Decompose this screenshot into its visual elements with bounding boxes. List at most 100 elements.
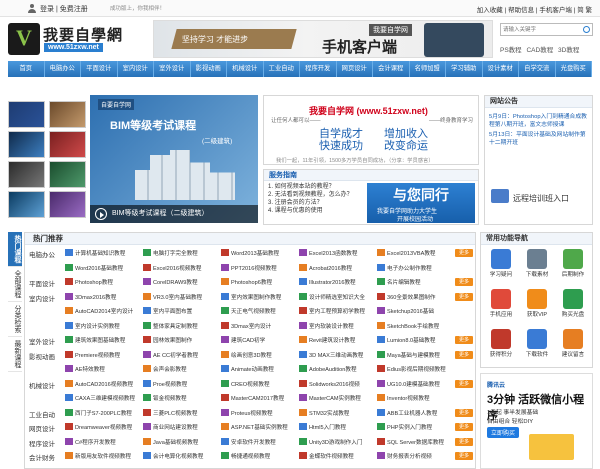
- course-link[interactable]: 绘画创意3D教程: [221, 350, 272, 359]
- category-label[interactable]: 程序设计: [29, 438, 55, 448]
- course-link[interactable]: AE特效教程: [65, 365, 105, 373]
- search-tag[interactable]: CAD教程: [526, 47, 553, 54]
- course-link[interactable]: SketchBook手绘教程: [377, 321, 439, 330]
- nav-item[interactable]: 会计课程: [373, 61, 410, 77]
- hero-slide[interactable]: 自要自学网 BIM等级考试课程 (二级建筑) BIM等级考试课程（二级建筑）: [90, 95, 258, 223]
- course-link[interactable]: 整体家具定制教程: [143, 321, 198, 330]
- course-link[interactable]: Maya基础与建模教程: [377, 350, 440, 359]
- side-tab[interactable]: 最新课程: [8, 337, 22, 372]
- nav-item[interactable]: 学习辅助: [446, 61, 483, 77]
- course-link[interactable]: STM32实战教程: [299, 408, 349, 417]
- notice-item[interactable]: 5月13日：平面设计基础及网站制作第十二期开班: [489, 131, 588, 147]
- course-link[interactable]: Html5入门教程: [299, 423, 346, 431]
- course-link[interactable]: AdobeAudition教程: [299, 365, 357, 373]
- side-tab[interactable]: 分类检索: [8, 302, 22, 337]
- nav-item[interactable]: 网页设计: [337, 61, 373, 77]
- category-label[interactable]: 影视动画: [29, 351, 55, 361]
- course-link[interactable]: CorelDRAW9教程: [143, 278, 198, 286]
- course-link[interactable]: 商业网站建设教程: [143, 423, 198, 431]
- course-link[interactable]: Sketchup2016基础: [377, 307, 434, 315]
- thumbnail[interactable]: [49, 101, 86, 128]
- more-button[interactable]: 更多: [455, 350, 473, 359]
- site-logo[interactable]: 我要自學網 www.51zxw.net: [8, 21, 148, 57]
- course-link[interactable]: Photoshop6教程: [221, 278, 272, 286]
- course-link[interactable]: 室内设计实例教程: [65, 321, 120, 330]
- course-link[interactable]: Word2016基础教程: [65, 263, 123, 272]
- course-link[interactable]: 财务报表分析视频: [377, 452, 432, 460]
- course-link[interactable]: Excel2013VBA教程: [377, 249, 436, 257]
- simplified-link[interactable]: 简: [577, 7, 584, 14]
- thumbnail[interactable]: [49, 161, 86, 188]
- course-link[interactable]: 园林效果图制作: [143, 336, 192, 344]
- course-link[interactable]: AE CC初学者教程: [143, 350, 198, 359]
- category-label[interactable]: 平面设计: [29, 278, 55, 288]
- course-link[interactable]: PHP实例入门教程: [377, 423, 432, 431]
- course-link[interactable]: Dreamweaver视频教程: [65, 423, 132, 431]
- course-link[interactable]: Excel2013函数教程: [299, 249, 358, 257]
- course-link[interactable]: Java基础视频教程: [143, 437, 198, 446]
- course-link[interactable]: 3Dmax室内设计: [221, 321, 271, 330]
- course-link[interactable]: 西门子S7-200PLC教程: [65, 408, 132, 417]
- course-link[interactable]: PPT2016视频教程: [221, 263, 277, 272]
- course-link[interactable]: Animate动画教程: [221, 365, 274, 373]
- course-link[interactable]: 3Dmax2016教程: [65, 292, 116, 301]
- category-label[interactable]: 工业自动: [29, 409, 55, 419]
- course-link[interactable]: Photoshop教程: [65, 278, 113, 286]
- mobile-client-link[interactable]: 手机客户端: [539, 7, 572, 14]
- more-button[interactable]: 更多: [455, 336, 473, 344]
- more-button[interactable]: 更多: [455, 278, 473, 286]
- course-link[interactable]: MasterCAM2017教程: [221, 394, 284, 402]
- course-link[interactable]: 3D MAX三维动画教程: [299, 350, 363, 359]
- search-tag[interactable]: PS教程: [500, 47, 522, 54]
- nav-item[interactable]: 光盘购买: [556, 61, 592, 77]
- course-link[interactable]: VR3.0室内基础教程: [143, 292, 202, 301]
- course-link[interactable]: Illustrator2016教程: [299, 278, 356, 286]
- nav-item[interactable]: 工业自动: [264, 61, 300, 77]
- thumbnail[interactable]: [8, 161, 45, 188]
- course-link[interactable]: 钣金视频教程: [143, 394, 187, 402]
- more-button[interactable]: 更多: [455, 452, 473, 460]
- more-button[interactable]: 更多: [455, 249, 473, 257]
- thumbnail[interactable]: [49, 191, 86, 218]
- category-label[interactable]: 会计财务: [29, 452, 55, 462]
- ad-buy-button[interactable]: 立即购买: [487, 427, 520, 438]
- more-button[interactable]: 更多: [455, 292, 473, 301]
- course-link[interactable]: MasterCAM实例教程: [299, 394, 361, 402]
- nav-item[interactable]: 平面设计: [81, 61, 118, 77]
- tool-item[interactable]: 下载软件: [520, 329, 554, 358]
- search-tag[interactable]: 3D教程: [558, 47, 579, 54]
- play-icon[interactable]: [95, 208, 107, 220]
- course-link[interactable]: 室内效果图制作教程: [221, 292, 281, 301]
- nav-item[interactable]: 设计素材: [483, 61, 519, 77]
- course-link[interactable]: Premiere视频教程: [65, 350, 120, 359]
- course-link[interactable]: Revit建筑设计教程: [299, 336, 355, 344]
- course-link[interactable]: 安卓软件开发教程: [221, 437, 276, 446]
- course-link[interactable]: Lumion8.0基础教程: [377, 336, 436, 344]
- course-link[interactable]: Unity3D游戏制作入门: [299, 437, 362, 446]
- nav-item[interactable]: 名师加盟: [410, 61, 446, 77]
- tool-item[interactable]: 学习疑问: [484, 249, 518, 278]
- course-link[interactable]: 建筑CAD初学: [221, 336, 265, 344]
- bookmark-link[interactable]: 加入收藏: [477, 7, 503, 14]
- tool-item[interactable]: 手机应用: [484, 289, 518, 318]
- course-link[interactable]: C#程序开发教程: [65, 437, 116, 446]
- traditional-link[interactable]: 繁: [586, 7, 593, 14]
- course-link[interactable]: 室内工程预算初学教程: [299, 307, 365, 315]
- course-link[interactable]: 天正电气视频教程: [221, 307, 276, 315]
- course-link[interactable]: 电子办公制作教程: [377, 263, 432, 272]
- course-link[interactable]: AutoCAD2016视频教程: [65, 379, 133, 388]
- course-link[interactable]: CREO视频教程: [221, 379, 270, 388]
- cloud-ad[interactable]: 腾讯云 3分钟 活跃微信小程序 1元起 事半发展基础 自由组合 轻松DIY 立即…: [480, 373, 593, 469]
- training-entry[interactable]: 远程培训班入口: [491, 189, 569, 204]
- course-link[interactable]: Acrobat2016教程: [299, 263, 352, 272]
- nav-item[interactable]: 自学交流: [519, 61, 556, 77]
- tool-item[interactable]: 获取VIP: [520, 289, 554, 318]
- campus-promo[interactable]: 与您同行 我要自学网助力大学生 开展校园活动: [367, 183, 475, 223]
- register-link[interactable]: 免费注册: [60, 6, 88, 13]
- category-label[interactable]: 机械设计: [29, 380, 55, 390]
- nav-item[interactable]: 机械设计: [227, 61, 264, 77]
- nav-item[interactable]: 室外设计: [154, 61, 191, 77]
- course-link[interactable]: 建筑效果图基础教程: [65, 336, 125, 344]
- course-link[interactable]: 360全景效果图制作: [377, 292, 436, 301]
- course-link[interactable]: Edius影视后期视频教程: [377, 365, 446, 373]
